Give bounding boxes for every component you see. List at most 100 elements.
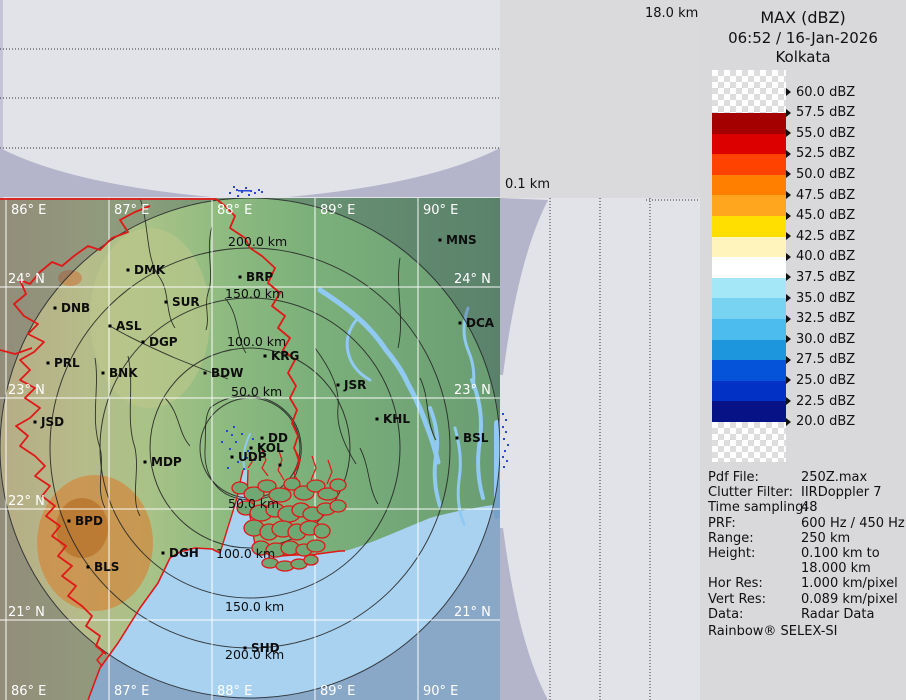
- station-marker: [127, 269, 130, 272]
- station-marker: [162, 552, 165, 555]
- legend-scale-label: 42.5 dBZ: [786, 228, 855, 244]
- dbz-colorbar: [712, 70, 786, 462]
- scale-tick-arrow-icon: [786, 335, 791, 343]
- station-marker: [244, 647, 247, 650]
- station-label-sur: SUR: [172, 295, 200, 309]
- colorbar-underflow-swatch: [712, 422, 786, 462]
- station-marker: [261, 437, 264, 440]
- station-label-brp: BRP: [246, 270, 273, 284]
- scale-tick-arrow-icon: [786, 397, 791, 405]
- station-marker: [231, 456, 234, 459]
- colorbar-band: [712, 175, 786, 196]
- colorbar-band: [712, 319, 786, 340]
- scale-tick-arrow-icon: [786, 109, 791, 117]
- min-height-label: 0.1 km: [505, 177, 550, 192]
- radar-site-name: Kolkata: [700, 48, 906, 66]
- station-marker: [204, 372, 207, 375]
- station-label-dca: DCA: [466, 316, 495, 330]
- station-label-bnk: BNK: [109, 366, 138, 380]
- longitude-label: 90° E: [423, 203, 458, 218]
- station-marker: [68, 520, 71, 523]
- station-label-shd: SHD: [251, 641, 280, 655]
- colorbar-band: [712, 401, 786, 422]
- latitude-label: 22° N: [8, 494, 45, 509]
- range-ring-label: 50.0 km: [228, 496, 279, 511]
- range-ring-label: 100.0 km: [216, 546, 275, 561]
- station-marker: [34, 421, 37, 424]
- scale-tick-arrow-icon: [786, 232, 791, 240]
- longitude-label: 88° E: [217, 684, 252, 699]
- station-label-bls: BLS: [94, 560, 119, 574]
- station-marker: [239, 276, 242, 279]
- scale-tick-arrow-icon: [786, 150, 791, 158]
- station-label-jsd: JSD: [40, 415, 64, 429]
- colorbar-band: [712, 278, 786, 299]
- radar-map: 200.0 km150.0 km100.0 km50.0 km50.0 km10…: [0, 198, 500, 700]
- station-label-asl: ASL: [116, 319, 142, 333]
- station-label-jsr: JSR: [343, 378, 366, 392]
- legend-scale-label: 37.5 dBZ: [786, 269, 855, 285]
- longitude-label: 88° E: [217, 203, 252, 218]
- station-marker: [144, 461, 147, 464]
- station-marker: [87, 566, 90, 569]
- station-marker: [459, 322, 462, 325]
- software-credit: Rainbow® SELEX-SI: [708, 624, 838, 639]
- scale-tick-arrow-icon: [786, 191, 791, 199]
- station-marker: [109, 325, 112, 328]
- scale-tick-arrow-icon: [786, 418, 791, 426]
- max-height-label: 18.0 km: [645, 6, 698, 21]
- range-ring-label: 200.0 km: [228, 234, 287, 249]
- range-ring-label: 150.0 km: [225, 599, 284, 614]
- station-label-udp: UDP: [238, 450, 267, 464]
- longitude-label: 86° E: [11, 684, 46, 699]
- station-marker: [54, 307, 57, 310]
- longitude-label: 87° E: [114, 203, 149, 218]
- legend-scale-label: 55.0 dBZ: [786, 125, 855, 141]
- legend-scale-label: 60.0 dBZ: [786, 84, 855, 100]
- longitude-label: 87° E: [114, 684, 149, 699]
- station-marker: [337, 384, 340, 387]
- latitude-label: 24° N: [454, 272, 491, 287]
- latitude-label: 24° N: [8, 272, 45, 287]
- colorbar-overflow-swatch: [712, 70, 786, 113]
- scale-tick-arrow-icon: [786, 88, 791, 96]
- scale-tick-arrow-icon: [786, 273, 791, 281]
- legend-scale-label: 40.0 dBZ: [786, 249, 855, 265]
- colorbar-band: [712, 237, 786, 258]
- legend-scale-label: 22.5 dBZ: [786, 393, 855, 409]
- scale-tick-arrow-icon: [786, 356, 791, 364]
- station-label-mdp: MDP: [151, 455, 182, 469]
- colorbar-band: [712, 340, 786, 361]
- station-marker: [47, 362, 50, 365]
- radar-display: 200.0 km150.0 km100.0 km50.0 km50.0 km10…: [0, 0, 906, 700]
- station-marker: [142, 341, 145, 344]
- colorbar-band: [712, 257, 786, 278]
- scale-tick-arrow-icon: [786, 129, 791, 137]
- range-ring-label: 100.0 km: [227, 334, 286, 349]
- legend-scale-label: 50.0 dBZ: [786, 166, 855, 182]
- scale-tick-arrow-icon: [786, 212, 791, 220]
- latitude-label: 23° N: [8, 383, 45, 398]
- panel-background: [0, 0, 500, 198]
- station-marker: [439, 239, 442, 242]
- station-label-mns: MNS: [446, 233, 477, 247]
- legend-scale-label: 25.0 dBZ: [786, 372, 855, 388]
- colorbar-band: [712, 298, 786, 319]
- ns-cross-section-panel: [500, 198, 700, 700]
- legend-scale-label: 27.5 dBZ: [786, 352, 855, 368]
- colorbar-band: [712, 134, 786, 155]
- station-label-khl: KHL: [383, 412, 410, 426]
- station-marker: [102, 372, 105, 375]
- station-marker: [376, 418, 379, 421]
- station-label-bsl: BSL: [463, 431, 489, 445]
- product-datetime: 06:52 / 16-Jan-2026: [700, 29, 906, 47]
- colorbar-band: [712, 360, 786, 381]
- legend-scale-label: 57.5 dBZ: [786, 105, 855, 121]
- scale-tick-arrow-icon: [786, 170, 791, 178]
- station-marker: [165, 301, 168, 304]
- ew-cross-section-panel: [0, 0, 500, 198]
- colorbar-band: [712, 195, 786, 216]
- legend-scale-label: 20.0 dBZ: [786, 414, 855, 430]
- legend-scale-label: 47.5 dBZ: [786, 187, 855, 203]
- station-label-bpd: BPD: [75, 514, 103, 528]
